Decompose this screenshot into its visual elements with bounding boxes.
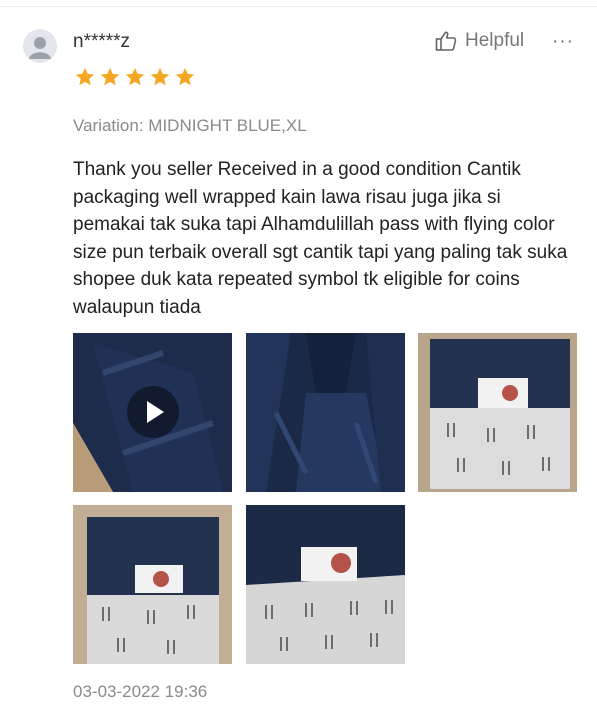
helpful-button[interactable]: Helpful — [434, 29, 524, 53]
user-icon — [29, 37, 51, 59]
top-divider — [0, 6, 597, 7]
star-icon — [99, 66, 121, 88]
play-icon[interactable] — [127, 386, 179, 438]
star-icon — [149, 66, 171, 88]
review-photo[interactable] — [73, 505, 232, 664]
variation-label: Variation: MIDNIGHT BLUE,XL — [73, 116, 307, 135]
star-icon — [74, 66, 96, 88]
helpful-label: Helpful — [465, 30, 525, 51]
review-timestamp: 03-03-2022 19:36 — [73, 682, 208, 701]
star-icon — [124, 66, 146, 88]
more-options-button[interactable]: ··· — [552, 31, 574, 53]
avatar[interactable] — [23, 29, 57, 63]
review-photo[interactable] — [418, 333, 577, 492]
review-photo[interactable] — [246, 505, 405, 664]
star-icon — [174, 66, 196, 88]
reviewer-username: n*****z — [73, 31, 131, 52]
review-text: Thank you seller Received in a good cond… — [73, 159, 568, 318]
star-rating — [74, 66, 196, 88]
review-photo[interactable] — [246, 333, 405, 492]
review-video-thumbnail[interactable] — [73, 333, 232, 492]
thumbs-up-icon — [435, 31, 457, 51]
